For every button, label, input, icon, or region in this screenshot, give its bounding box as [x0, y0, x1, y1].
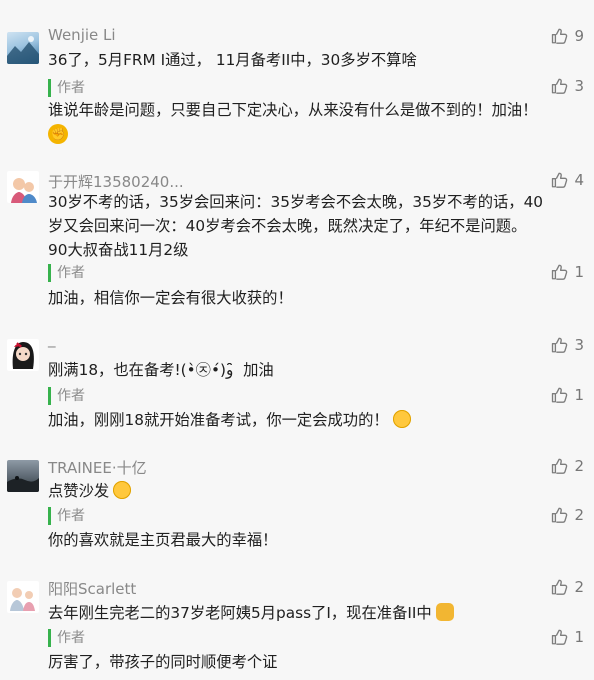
like-count: 4: [574, 171, 584, 189]
avatar[interactable]: [7, 171, 39, 203]
commenter-name[interactable]: Wenjie Li: [48, 26, 116, 44]
comment-text-line: 岁又会回来问一次：40岁考会不会太晚，既然决定了，年纪不是问题。: [48, 217, 527, 235]
like-count: 1: [574, 263, 584, 281]
like-count: 2: [574, 457, 584, 475]
thumbs-up-icon: [552, 458, 568, 474]
like-count: 3: [574, 77, 584, 95]
thumbs-up-icon: [552, 28, 568, 44]
like-count: 2: [574, 578, 584, 596]
commenter-name[interactable]: TRAINEE·十亿: [48, 457, 147, 478]
like-count: 2: [574, 506, 584, 524]
comment-text-content: 去年刚生完老二的37岁老阿姨5月pass了I，现在准备II中: [48, 604, 432, 622]
like-button[interactable]: 4: [550, 171, 584, 189]
raised-fist-emoji: ✊: [48, 124, 68, 144]
like-count: 1: [574, 628, 584, 646]
thumbs-up-icon: [552, 264, 568, 280]
comment-text: 去年刚生完老二的37岁老阿姨5月pass了I，现在准备II中: [48, 601, 573, 625]
author-reply-tag: 作者: [48, 507, 85, 525]
flexed-biceps-emoji: [435, 603, 454, 621]
like-count: 9: [574, 27, 584, 45]
thumbs-up-icon: [552, 387, 568, 403]
reply-like-button[interactable]: 2: [550, 506, 584, 524]
comment-text-line: 30岁不考的话，35岁会回来问：35岁考会不会太晚，35岁不考的话，40: [48, 193, 544, 211]
avatar[interactable]: [7, 32, 39, 64]
thumbs-up-icon: [552, 78, 568, 94]
thumbs-up-icon: [552, 629, 568, 645]
like-count: 1: [574, 386, 584, 404]
reply-text: 加油，刚刚18就开始准备考试，你一定会成功的！: [48, 411, 389, 429]
heart-eyes-emoji: [113, 481, 132, 499]
author-reply-text: 加油，相信你一定会有很大收获的！: [48, 289, 293, 307]
reply-like-button[interactable]: 1: [550, 628, 584, 646]
reply-like-button[interactable]: 1: [550, 386, 584, 404]
hugging-face-emoji: [392, 410, 411, 428]
thumbs-up-icon: [552, 172, 568, 188]
avatar[interactable]: [7, 460, 39, 492]
author-reply-tag: 作者: [48, 387, 85, 405]
avatar[interactable]: [7, 581, 39, 613]
author-reply-tag: 作者: [48, 79, 85, 97]
author-reply-text: 你的喜欢就是主页君最大的幸福！: [48, 531, 278, 549]
author-reply-text: 谁说年龄是问题，只要自己下定决心，从来没有什么是做不到的！加油！: [48, 98, 573, 122]
commenter-name[interactable]: 阳阳Scarlett: [48, 578, 136, 599]
comment-text-content: 点赞沙发: [48, 482, 110, 500]
comment-text: 36了，5月FRM I通过， 11月备考II中，30多岁不算啥: [48, 51, 417, 69]
thumbs-up-icon: [552, 337, 568, 353]
commenter-name[interactable]: _: [48, 330, 56, 348]
comment-text: 刚满18，也在备考!(•̀㉨•́)و ̑̑ 加油: [48, 361, 274, 379]
commenter-name[interactable]: 于开辉13580240...: [48, 171, 184, 192]
author-reply-text: 厉害了，带孩子的同时顺便考个证: [48, 653, 278, 671]
comment-text-line: 90大叔奋战11月2级: [48, 241, 189, 259]
like-button[interactable]: 2: [550, 457, 584, 475]
reply-like-button[interactable]: 3: [550, 77, 584, 95]
like-button[interactable]: 2: [550, 578, 584, 596]
reply-text: 谁说年龄是问题，只要自己下定决心，从来没有什么是做不到的！加油！: [48, 101, 538, 119]
like-button[interactable]: 3: [550, 336, 584, 354]
author-reply-tag: 作者: [48, 264, 85, 282]
thumbs-up-icon: [552, 507, 568, 523]
like-button[interactable]: 9: [550, 27, 584, 45]
reply-like-button[interactable]: 1: [550, 263, 584, 281]
comment-text: 30岁不考的话，35岁会回来问：35岁考会不会太晚，35岁不考的话，40 岁又会…: [48, 190, 573, 262]
avatar[interactable]: [7, 339, 39, 371]
like-count: 3: [574, 336, 584, 354]
author-reply-text: 加油，刚刚18就开始准备考试，你一定会成功的！: [48, 408, 573, 432]
thumbs-up-icon: [552, 579, 568, 595]
author-reply-tag: 作者: [48, 629, 85, 647]
comment-text: 点赞沙发: [48, 479, 573, 503]
